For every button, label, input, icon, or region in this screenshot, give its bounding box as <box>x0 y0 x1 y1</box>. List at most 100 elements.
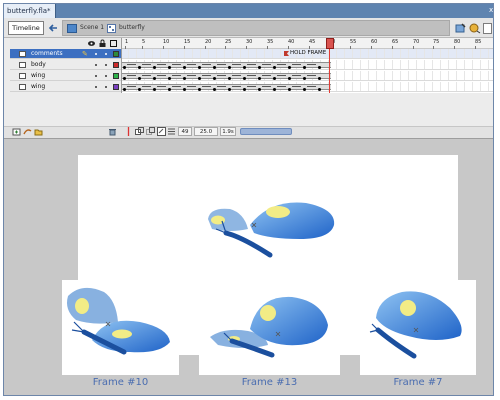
document-tab[interactable]: butterfly.fla* <box>4 4 56 18</box>
keyframe-dot[interactable] <box>123 66 126 69</box>
ruler-label: 70 <box>413 39 420 45</box>
playhead-handle[interactable] <box>326 38 334 49</box>
center-frame-icon[interactable] <box>124 127 133 136</box>
frame-row-body[interactable] <box>121 60 493 70</box>
tween-arrow <box>277 86 286 87</box>
back-arrow-icon[interactable] <box>48 23 58 33</box>
keyframe-dot[interactable] <box>138 88 141 91</box>
onion-skin-outlines-icon[interactable] <box>146 127 155 136</box>
layer-row-wing[interactable]: wing <box>10 71 121 81</box>
keyframe-dot[interactable] <box>228 88 231 91</box>
keyframe-dot[interactable] <box>168 77 171 80</box>
keyframe-dot[interactable] <box>273 88 276 91</box>
keyframe-dot[interactable] <box>303 66 306 69</box>
keyframe-dot[interactable] <box>213 77 216 80</box>
keyframe-dot[interactable] <box>153 66 156 69</box>
keyframe-dot[interactable] <box>243 77 246 80</box>
eye-icon[interactable] <box>88 40 95 47</box>
frame-label[interactable]: HOLD FRAME <box>290 50 326 57</box>
insert-layer-icon[interactable] <box>12 127 21 136</box>
butterfly-main[interactable] <box>190 195 340 265</box>
layer-color-swatch[interactable] <box>113 51 119 57</box>
keyframe-dot[interactable] <box>318 77 321 80</box>
keyframe-dot[interactable] <box>228 77 231 80</box>
layer-color-swatch[interactable] <box>113 62 119 68</box>
keyframe-dot[interactable] <box>138 66 141 69</box>
insert-folder-icon[interactable] <box>34 127 43 136</box>
keyframe-dot[interactable] <box>243 88 246 91</box>
keyframe-dot[interactable] <box>258 88 261 91</box>
keyframe-dot[interactable] <box>153 77 156 80</box>
keyframe-dot[interactable] <box>168 88 171 91</box>
breadcrumb-symbol[interactable]: butterfly <box>119 23 145 33</box>
delete-layer-icon[interactable] <box>108 127 117 136</box>
outline-icon[interactable] <box>110 40 117 47</box>
layer-row-body[interactable]: body <box>10 60 121 70</box>
keyframe-dot[interactable] <box>288 66 291 69</box>
keyframe-dot[interactable] <box>123 88 126 91</box>
horizontal-scrollbar[interactable] <box>240 128 292 135</box>
zoom-control[interactable] <box>483 23 492 34</box>
layer-row-comments[interactable]: comments ✎ <box>10 49 121 59</box>
keyframe-dot[interactable] <box>213 88 216 91</box>
keyframe-dot[interactable] <box>153 88 156 91</box>
lock-dot[interactable] <box>105 53 107 55</box>
keyframe-dot[interactable] <box>123 77 126 80</box>
tween-arrow <box>262 86 271 87</box>
edit-multiple-frames-icon[interactable] <box>157 127 166 136</box>
keyframe-dot[interactable] <box>303 77 306 80</box>
keyframe-dot[interactable] <box>198 66 201 69</box>
tween-span[interactable] <box>122 62 331 69</box>
butterfly-frame-13 <box>210 296 328 358</box>
keyframe-dot[interactable] <box>258 77 261 80</box>
tween-span[interactable] <box>122 73 331 80</box>
modify-onion-markers-icon[interactable] <box>167 127 176 136</box>
keyframe-dot[interactable] <box>213 66 216 69</box>
keyframe-dot[interactable] <box>183 77 186 80</box>
keyframe-dot[interactable] <box>318 88 321 91</box>
keyframe-dot[interactable] <box>318 66 321 69</box>
visibility-dot[interactable] <box>95 75 97 77</box>
keyframe-dot[interactable] <box>198 88 201 91</box>
keyframe-dot[interactable] <box>228 66 231 69</box>
butterfly-frame-7 <box>369 291 462 359</box>
keyframe-dot[interactable] <box>303 88 306 91</box>
layer-icon <box>19 62 26 68</box>
timeline-toggle-button[interactable]: Timeline <box>8 21 44 35</box>
lock-dot[interactable] <box>105 64 107 66</box>
tween-arrow <box>232 64 241 65</box>
keyframe-dot[interactable] <box>183 88 186 91</box>
add-motion-guide-icon[interactable] <box>23 127 32 136</box>
keyframe-dot[interactable] <box>138 77 141 80</box>
frame-row-wing-2[interactable] <box>121 82 493 92</box>
visibility-dot[interactable] <box>95 64 97 66</box>
keyframe-dot[interactable] <box>183 66 186 69</box>
scene-icon <box>67 24 77 33</box>
layer-row-wing-2[interactable]: wing <box>10 82 121 92</box>
visibility-dot[interactable] <box>95 86 97 88</box>
lock-icon[interactable] <box>99 39 106 47</box>
tween-span[interactable] <box>122 84 331 91</box>
keyframe-dot[interactable] <box>258 66 261 69</box>
visibility-dot[interactable] <box>95 53 97 55</box>
layer-color-swatch[interactable] <box>113 84 119 90</box>
keyframe-dot[interactable] <box>273 66 276 69</box>
keyframe-dot[interactable] <box>273 77 276 80</box>
frame-rate-field[interactable]: 25.0 fps <box>194 127 218 144</box>
keyframe-dot[interactable] <box>198 77 201 80</box>
ruler-label: 20 <box>205 39 212 45</box>
keyframe-dot[interactable] <box>168 66 171 69</box>
onion-skin-icon[interactable] <box>135 127 144 136</box>
breadcrumb-scene[interactable]: Scene 1 <box>80 23 104 33</box>
frame-row-wing[interactable] <box>121 71 493 81</box>
tween-arrow <box>202 75 211 76</box>
keyframe-dot[interactable] <box>288 77 291 80</box>
keyframe-dot[interactable] <box>288 88 291 91</box>
layer-color-swatch[interactable] <box>113 73 119 79</box>
edit-symbols-icon[interactable] <box>469 22 481 34</box>
edit-scene-icon[interactable] <box>455 22 467 34</box>
keyframe-dot[interactable] <box>243 66 246 69</box>
close-icon[interactable]: x <box>489 5 493 16</box>
lock-dot[interactable] <box>105 86 107 88</box>
lock-dot[interactable] <box>105 75 107 77</box>
